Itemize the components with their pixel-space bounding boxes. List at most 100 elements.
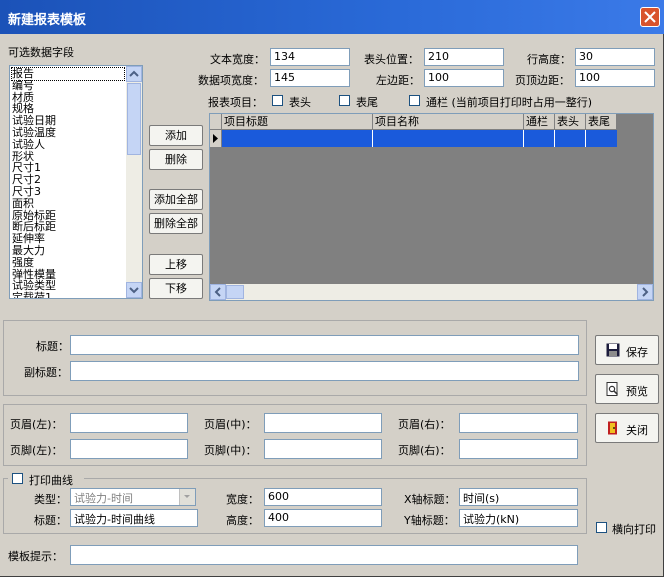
footer-checkbox[interactable] bbox=[339, 95, 350, 106]
header-left-label: 页眉(左)： bbox=[10, 418, 63, 431]
footer-checkbox-label: 表尾 bbox=[356, 96, 378, 109]
fields-scrollbar[interactable] bbox=[126, 66, 142, 298]
preview-magnifier-icon bbox=[606, 382, 619, 396]
list-item[interactable]: 试验人 bbox=[12, 138, 126, 151]
text-width-label: 文本宽度： bbox=[210, 53, 265, 66]
row-height-label: 行高度： bbox=[527, 53, 571, 66]
y-axis-title-input[interactable]: 试验力(kN) bbox=[459, 509, 578, 527]
scroll-left-button[interactable] bbox=[210, 284, 226, 300]
col-header-span[interactable]: 通栏 bbox=[524, 114, 555, 130]
text-width-input[interactable]: 134 bbox=[270, 48, 350, 66]
col-header-footer[interactable]: 表尾 bbox=[586, 114, 617, 130]
x-axis-title-label: X轴标题： bbox=[404, 493, 456, 506]
curve-title-label: 标题： bbox=[34, 514, 67, 527]
header-mid-input[interactable] bbox=[264, 413, 382, 433]
list-item[interactable]: 面积 bbox=[12, 197, 126, 210]
print-curve-checkbox[interactable] bbox=[12, 473, 23, 484]
list-item[interactable]: 编号 bbox=[12, 79, 126, 92]
delete-all-button[interactable]: 删除全部 bbox=[149, 213, 203, 234]
move-down-button[interactable]: 下移 bbox=[149, 278, 203, 299]
curve-height-input[interactable]: 400 bbox=[264, 509, 382, 527]
footer-right-label: 页脚(右)： bbox=[398, 444, 451, 457]
top-margin-input[interactable]: 100 bbox=[575, 69, 655, 87]
grid-hscrollbar[interactable] bbox=[210, 284, 653, 300]
dialog-window: 新建报表模板 可选数据字段 报告 编号 材质 规格 试验日期 试验温度 试验人 形状 尺寸1 尺寸… bbox=[0, 0, 664, 577]
top-margin-label: 页顶边距： bbox=[515, 74, 570, 87]
list-item[interactable]: 强度 bbox=[12, 256, 126, 269]
header-right-label: 页眉(右)： bbox=[398, 418, 451, 431]
col-header-header[interactable]: 表头 bbox=[555, 114, 586, 130]
left-margin-input[interactable]: 100 bbox=[424, 69, 504, 87]
delete-button[interactable]: 删除 bbox=[149, 149, 203, 170]
move-up-button[interactable]: 上移 bbox=[149, 254, 203, 275]
row-cell-span[interactable] bbox=[524, 130, 555, 147]
landscape-checkbox[interactable] bbox=[596, 522, 607, 533]
list-item[interactable]: 尺寸3 bbox=[12, 186, 126, 198]
report-items-grid[interactable]: 项目标题 项目名称 通栏 表头 表尾 bbox=[209, 113, 654, 301]
template-hint-label: 模板提示： bbox=[8, 550, 63, 563]
curve-title-input[interactable]: 试验力-时间曲线 bbox=[70, 509, 198, 527]
fields-listbox[interactable]: 报告 编号 材质 规格 试验日期 试验温度 试验人 形状 尺寸1 尺寸2 尺寸3 面积 原始标距 断后标距… bbox=[9, 65, 143, 299]
title-bar[interactable]: 新建报表模板 bbox=[0, 0, 664, 34]
title-label: 标题： bbox=[36, 340, 69, 353]
floppy-disk-icon bbox=[606, 343, 620, 357]
header-pos-input[interactable]: 210 bbox=[424, 48, 504, 66]
left-margin-label: 左边距： bbox=[376, 74, 420, 87]
col-header-item-title[interactable]: 项目标题 bbox=[222, 114, 373, 130]
row-height-input[interactable]: 30 bbox=[575, 48, 655, 66]
curve-width-input[interactable]: 600 bbox=[264, 488, 382, 506]
curve-type-value: 试验力-时间 bbox=[74, 492, 133, 505]
add-all-button[interactable]: 添加全部 bbox=[149, 189, 203, 210]
data-width-label: 数据项宽度： bbox=[198, 74, 264, 87]
add-button[interactable]: 添加 bbox=[149, 125, 203, 146]
curve-type-dropdown-button[interactable] bbox=[179, 489, 195, 505]
header-checkbox[interactable] bbox=[272, 95, 283, 106]
footer-mid-label: 页脚(中)： bbox=[204, 444, 257, 457]
chevron-right-icon bbox=[642, 287, 649, 297]
scroll-down-button[interactable] bbox=[126, 282, 142, 298]
close-icon bbox=[644, 11, 656, 23]
subtitle-input[interactable] bbox=[70, 361, 579, 381]
scroll-thumb[interactable] bbox=[127, 83, 141, 155]
header-checkbox-label: 表头 bbox=[289, 96, 311, 109]
template-hint-input[interactable] bbox=[70, 545, 578, 565]
curve-type-select[interactable]: 试验力-时间 bbox=[70, 488, 196, 506]
row-indicator[interactable] bbox=[210, 130, 222, 147]
footer-right-input[interactable] bbox=[459, 439, 578, 459]
hscroll-thumb[interactable] bbox=[226, 285, 244, 299]
row-cell-name[interactable] bbox=[373, 130, 524, 147]
close-button[interactable]: 关闭 bbox=[595, 413, 659, 443]
header-right-input[interactable] bbox=[459, 413, 578, 433]
chevron-down-icon bbox=[184, 495, 190, 498]
list-item[interactable]: 定载荷1 bbox=[12, 292, 126, 298]
span-checkbox[interactable] bbox=[409, 95, 420, 106]
footer-mid-input[interactable] bbox=[264, 439, 382, 459]
scroll-up-button[interactable] bbox=[126, 66, 142, 82]
report-items-label: 报表项目： bbox=[208, 96, 263, 109]
save-button[interactable]: 保存 bbox=[595, 335, 659, 365]
row-cell-header[interactable] bbox=[555, 130, 586, 147]
footer-left-input[interactable] bbox=[70, 439, 188, 459]
landscape-label: 横向打印 bbox=[612, 523, 656, 536]
exit-door-icon bbox=[608, 421, 617, 435]
subtitle-label: 副标题： bbox=[24, 366, 68, 379]
title-input[interactable] bbox=[70, 335, 579, 355]
row-cell-title[interactable] bbox=[222, 130, 373, 147]
chevron-down-icon bbox=[129, 287, 139, 294]
fields-section-label: 可选数据字段 bbox=[8, 46, 74, 59]
close-window-button[interactable] bbox=[640, 7, 660, 27]
list-item[interactable]: 试验温度 bbox=[12, 127, 126, 139]
scroll-right-button[interactable] bbox=[637, 284, 653, 300]
data-width-input[interactable]: 145 bbox=[270, 69, 350, 87]
col-header-item-name[interactable]: 项目名称 bbox=[373, 114, 524, 130]
preview-label: 预览 bbox=[626, 385, 648, 398]
close-label: 关闭 bbox=[626, 424, 648, 437]
x-axis-title-input[interactable]: 时间(s) bbox=[459, 488, 578, 506]
list-item[interactable]: 最大力 bbox=[12, 245, 126, 257]
chevron-up-icon bbox=[129, 70, 139, 77]
print-curve-label: 打印曲线 bbox=[29, 474, 73, 487]
preview-button[interactable]: 预览 bbox=[595, 374, 659, 404]
header-mid-label: 页眉(中)： bbox=[204, 418, 257, 431]
header-left-input[interactable] bbox=[70, 413, 188, 433]
titles-group bbox=[3, 320, 587, 396]
